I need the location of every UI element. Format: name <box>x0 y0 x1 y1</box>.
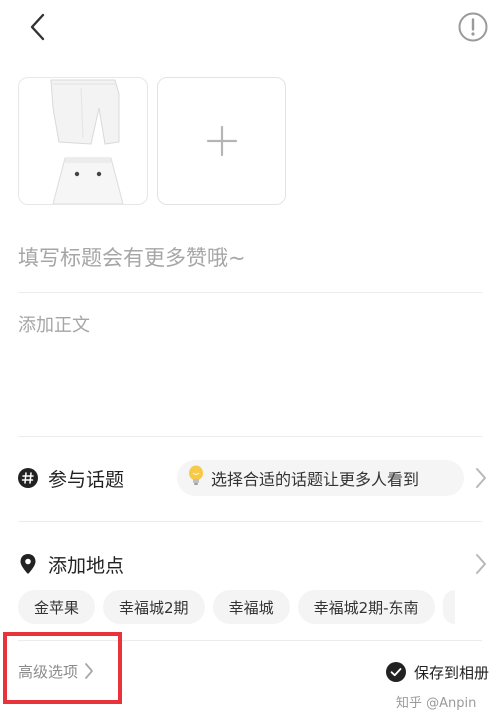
watermark: 知乎 @Anpin <box>396 696 477 711</box>
save-to-album-label: 保存到相册 <box>414 663 490 682</box>
topic-hint-text: 选择合适的话题让更多人看到 <box>211 470 420 489</box>
top-bar <box>0 0 500 56</box>
image-picker-row <box>18 77 286 207</box>
title-input[interactable] <box>18 236 482 280</box>
topic-label: 参与话题 <box>48 468 125 491</box>
location-chip[interactable]: 幸福城2期 <box>103 590 205 624</box>
save-to-album-toggle[interactable]: 保存到相册 <box>386 658 489 686</box>
location-chip[interactable]: 金苹果 <box>18 590 96 624</box>
exclamation-circle-icon <box>458 12 488 42</box>
location-chip-overflow[interactable] <box>442 590 455 624</box>
add-photo-button[interactable] <box>157 77 286 205</box>
chevron-right-icon <box>476 554 486 574</box>
checkmark-circle-icon <box>386 662 406 682</box>
advanced-options-button[interactable]: 高级选项 <box>18 656 94 686</box>
location-chip[interactable]: 幸福城 <box>212 590 290 624</box>
location-row[interactable]: 添加地点 <box>18 544 488 584</box>
advanced-options-label: 高级选项 <box>18 662 79 681</box>
body-text-input[interactable] <box>18 312 482 422</box>
clothing-photo <box>50 79 124 204</box>
location-pin-icon <box>18 554 38 574</box>
post-editor-page: 参与话题 选择合适的话题让更多人看到 添加地点 金苹 <box>0 0 500 726</box>
back-button[interactable] <box>22 10 52 44</box>
chevron-right-icon <box>476 468 486 488</box>
hashtag-icon <box>18 468 38 488</box>
divider <box>18 640 482 641</box>
chevron-right-icon <box>85 663 93 679</box>
lightbulb-icon <box>187 465 205 491</box>
location-label: 添加地点 <box>48 554 125 577</box>
location-chip[interactable]: 幸福城2期-东南 <box>297 590 435 624</box>
divider <box>18 436 482 437</box>
divider <box>18 292 482 293</box>
info-button[interactable] <box>456 10 490 44</box>
chevron-left-icon <box>30 13 45 41</box>
selected-photo-thumbnail[interactable] <box>18 77 148 205</box>
plus-icon <box>206 125 237 157</box>
location-suggestions: 金苹果 幸福城2期 幸福城 幸福城2期-东南 <box>18 590 455 624</box>
divider <box>18 521 482 522</box>
topic-suggestion-pill[interactable]: 选择合适的话题让更多人看到 <box>177 460 464 496</box>
